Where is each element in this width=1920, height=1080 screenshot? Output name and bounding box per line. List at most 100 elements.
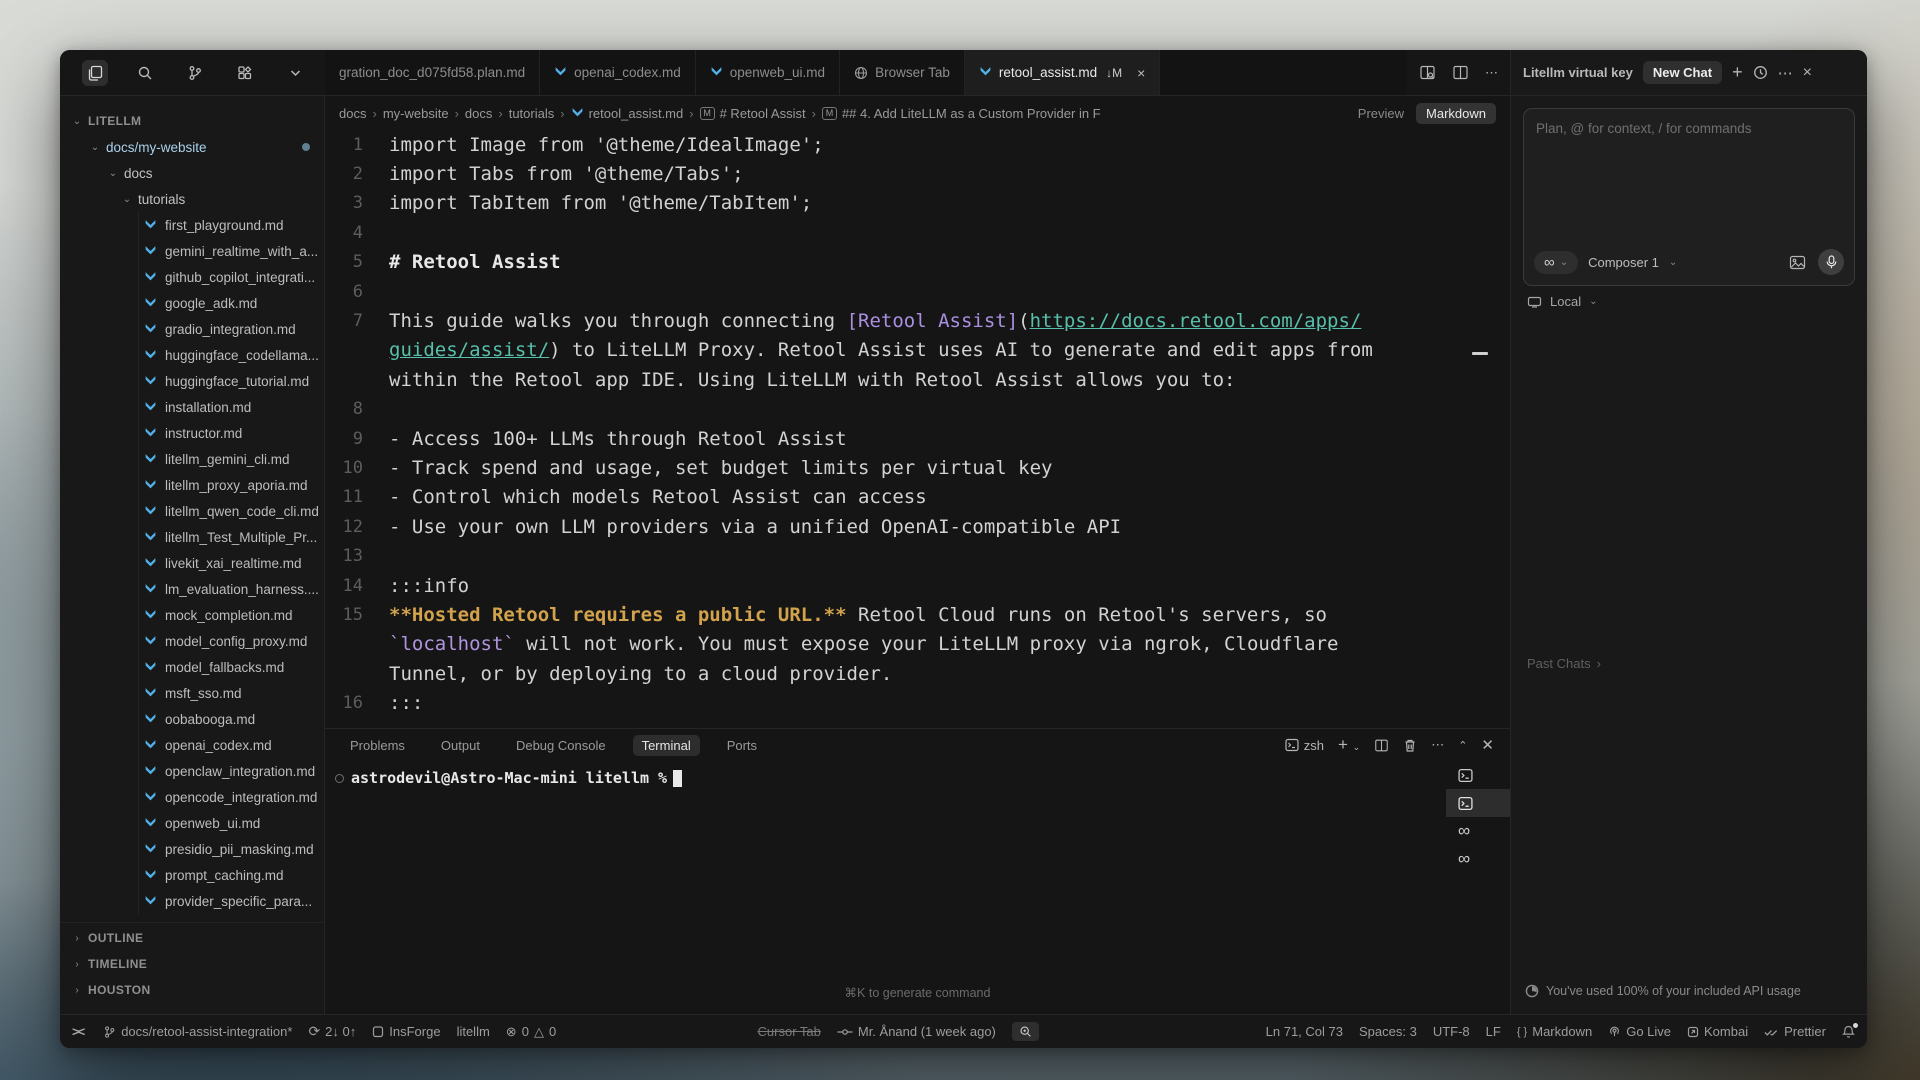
prettier-extension[interactable]: Prettier	[1764, 1024, 1826, 1039]
eol-sequence[interactable]: LF	[1486, 1024, 1501, 1039]
agent-terminal-icon[interactable]: ∞	[1446, 817, 1510, 845]
kombai-extension[interactable]: Kombai	[1687, 1024, 1748, 1039]
tab-retool-assist-md[interactable]: retool_assist.md↓M×	[965, 50, 1160, 95]
file-item[interactable]: github_copilot_integrati...	[60, 264, 324, 290]
sidebar-section-timeline[interactable]: › TIMELINE	[60, 951, 324, 977]
terminal-instance[interactable]	[1446, 761, 1510, 789]
chat-tab-litellm-key[interactable]: Litellm virtual key	[1523, 65, 1633, 80]
file-item[interactable]: prompt_caching.md	[60, 862, 324, 888]
panel-tab-output[interactable]: Output	[432, 735, 489, 756]
insforge-status[interactable]: InsForge	[372, 1024, 440, 1039]
new-chat-tab[interactable]: New Chat	[1643, 61, 1722, 84]
project-status[interactable]: litellm	[457, 1024, 490, 1039]
search-icon[interactable]	[132, 60, 158, 86]
panel-tab-problems[interactable]: Problems	[341, 735, 414, 756]
open-preview-icon[interactable]	[1419, 64, 1436, 81]
tab-openai-codex-md[interactable]: openai_codex.md	[540, 50, 696, 95]
file-item[interactable]: litellm_Test_Multiple_Pr...	[60, 524, 324, 550]
file-item[interactable]: model_fallbacks.md	[60, 654, 324, 680]
breadcrumb-item[interactable]: docs	[339, 106, 366, 121]
file-item[interactable]: litellm_proxy_aporia.md	[60, 472, 324, 498]
breadcrumb-item[interactable]: docs	[465, 106, 492, 121]
file-item[interactable]: provider_specific_para...	[60, 888, 324, 914]
preview-toggle[interactable]: Preview	[1358, 106, 1404, 121]
breadcrumb-item[interactable]: retool_assist.md	[571, 106, 684, 121]
markdown-mode-button[interactable]: Markdown	[1416, 103, 1496, 124]
split-editor-icon[interactable]	[1452, 64, 1469, 81]
sidebar-section-houston[interactable]: › HOUSTON	[60, 977, 324, 1003]
maximize-panel-icon[interactable]: ⌃	[1458, 739, 1467, 752]
file-item[interactable]: openweb_ui.md	[60, 810, 324, 836]
file-item[interactable]: litellm_qwen_code_cli.md	[60, 498, 324, 524]
split-terminal-icon[interactable]	[1374, 738, 1389, 753]
sidebar-section-outline[interactable]: › OUTLINE	[60, 925, 324, 951]
cursor-position[interactable]: Ln 71, Col 73	[1266, 1024, 1343, 1039]
new-terminal-icon[interactable]: + ⌄	[1338, 735, 1360, 755]
mode-local-selector[interactable]: Local ⌄	[1527, 294, 1597, 309]
file-item[interactable]: mock_completion.md	[60, 602, 324, 628]
chevron-down-icon[interactable]	[282, 60, 308, 86]
code-view[interactable]: 1import Image from '@theme/IdealImage';2…	[325, 130, 1510, 728]
file-item[interactable]: google_adk.md	[60, 290, 324, 316]
breadcrumb-item[interactable]: my-website	[383, 106, 449, 121]
composer-selector[interactable]: Composer 1	[1588, 255, 1659, 270]
language-mode[interactable]: { } Markdown	[1517, 1024, 1592, 1039]
terminal-instance-active[interactable]	[1446, 789, 1510, 817]
extensions-icon[interactable]	[232, 60, 258, 86]
mic-icon[interactable]	[1818, 249, 1844, 275]
source-control-icon[interactable]	[182, 60, 208, 86]
panel-tab-debug-console[interactable]: Debug Console	[507, 735, 615, 756]
file-item[interactable]: first_playground.md	[60, 212, 324, 238]
terminal-output[interactable]: astrodevil@Astro-Mac-mini litellm %	[325, 761, 1510, 787]
breadcrumb-item[interactable]: M## 4. Add LiteLLM as a Custom Provider …	[822, 106, 1101, 121]
zoom-tool-indicator[interactable]	[1012, 1022, 1039, 1041]
chat-more-icon[interactable]: ⋯	[1778, 64, 1793, 82]
tab-browser-tab[interactable]: Browser Tab	[840, 50, 965, 95]
cursor-tab-toggle[interactable]: Cursor Tab	[758, 1024, 821, 1039]
chat-close-icon[interactable]: ×	[1803, 64, 1812, 82]
attach-image-icon[interactable]	[1789, 255, 1806, 270]
notifications-bell-icon[interactable]	[1842, 1025, 1855, 1039]
files-icon[interactable]	[82, 60, 108, 86]
close-icon[interactable]: ×	[1137, 65, 1145, 81]
breadcrumb-item[interactable]: M# Retool Assist	[700, 106, 806, 121]
file-item[interactable]: presidio_pii_masking.md	[60, 836, 324, 862]
tab-gration-doc-d075fd58-plan-md[interactable]: gration_doc_d075fd58.plan.md	[325, 50, 540, 95]
problems-status[interactable]: ⊗0 △0	[506, 1024, 556, 1040]
file-item[interactable]: litellm_gemini_cli.md	[60, 446, 324, 472]
panel-tab-ports[interactable]: Ports	[718, 735, 766, 756]
folder-root[interactable]: ⌄ docs/my-website	[60, 134, 324, 160]
history-icon[interactable]	[1753, 65, 1768, 80]
close-panel-icon[interactable]: ✕	[1481, 736, 1494, 754]
project-header[interactable]: ⌄ LITELLM	[60, 108, 324, 134]
kill-terminal-icon[interactable]	[1403, 738, 1417, 753]
encoding[interactable]: UTF-8	[1433, 1024, 1470, 1039]
file-item[interactable]: huggingface_codellama...	[60, 342, 324, 368]
file-item[interactable]: opencode_integration.md	[60, 784, 324, 810]
file-item[interactable]: livekit_xai_realtime.md	[60, 550, 324, 576]
add-chat-icon[interactable]: +	[1732, 62, 1743, 83]
file-item[interactable]: instructor.md	[60, 420, 324, 446]
file-item[interactable]: huggingface_tutorial.md	[60, 368, 324, 394]
git-blame[interactable]: Mr. Ånand (1 week ago)	[837, 1024, 996, 1039]
file-item[interactable]: openai_codex.md	[60, 732, 324, 758]
go-live[interactable]: Go Live	[1608, 1024, 1671, 1039]
breadcrumb-item[interactable]: tutorials	[509, 106, 555, 121]
file-item[interactable]: openclaw_integration.md	[60, 758, 324, 784]
file-item[interactable]: lm_evaluation_harness....	[60, 576, 324, 602]
git-branch[interactable]: docs/retool-assist-integration*	[103, 1024, 292, 1039]
folder-docs[interactable]: ⌄ docs	[60, 160, 324, 186]
past-chats[interactable]: Past Chats ›	[1527, 656, 1601, 671]
remote-indicator[interactable]: ><	[72, 1024, 87, 1039]
more-actions-icon[interactable]: ⋯	[1485, 65, 1498, 81]
indentation[interactable]: Spaces: 3	[1359, 1024, 1417, 1039]
sync-changes[interactable]: ⟳2↓ 0↑	[308, 1023, 356, 1040]
chat-input-box[interactable]: Plan, @ for context, / for commands ∞⌄ C…	[1523, 108, 1855, 286]
panel-more-icon[interactable]: ⋯	[1431, 737, 1444, 753]
agent-mode-selector[interactable]: ∞⌄	[1534, 251, 1578, 274]
file-item[interactable]: installation.md	[60, 394, 324, 420]
file-item[interactable]: model_config_proxy.md	[60, 628, 324, 654]
panel-tab-terminal[interactable]: Terminal	[633, 735, 700, 756]
file-item[interactable]: msft_sso.md	[60, 680, 324, 706]
agent-terminal-icon[interactable]: ∞	[1446, 845, 1510, 873]
